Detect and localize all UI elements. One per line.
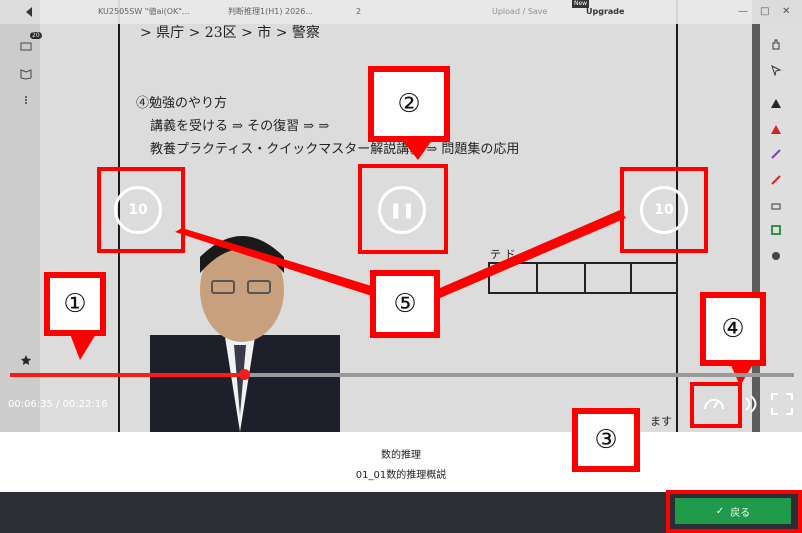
back-button[interactable]: ✓ 戻る <box>675 498 791 524</box>
fullscreen-icon[interactable] <box>770 392 794 416</box>
back-button-label: 戻る <box>730 507 751 519</box>
rewind-10-button[interactable]: 10 <box>114 186 162 234</box>
progress-fill <box>10 373 244 377</box>
pause-icon: ❚❚ <box>389 201 415 219</box>
annotation-5: ⑤ <box>370 270 440 338</box>
annotation-4: ④ <box>700 292 766 366</box>
forward-10-label: 10 <box>654 202 674 218</box>
progress-bar[interactable] <box>10 369 794 380</box>
annotation-2: ② <box>368 66 450 142</box>
playback-speed-icon[interactable] <box>702 392 726 416</box>
annotation-1: ① <box>44 272 106 336</box>
lecture-subtitle: 01_01数的推理概説 <box>355 470 447 481</box>
video-player[interactable]: > 県庁 > 23区 > 市 > 警察 ④勉強のやり方 講義を受ける ⇒ その復… <box>0 0 802 432</box>
audio-icon[interactable] <box>744 394 760 414</box>
annotation-3: ③ <box>572 408 640 472</box>
forward-10-button[interactable]: 10 <box>640 186 688 234</box>
playback-time: 00:06:35 / 00:22:16 <box>8 399 108 410</box>
check-icon: ✓ <box>715 505 725 517</box>
pause-button[interactable]: ❚❚ <box>378 186 426 234</box>
video-info: 数的推理 01_01数的推理概説 <box>0 432 802 492</box>
rewind-10-label: 10 <box>128 202 148 218</box>
progress-handle[interactable] <box>238 369 250 380</box>
course-title: 数的推理 <box>381 450 421 461</box>
